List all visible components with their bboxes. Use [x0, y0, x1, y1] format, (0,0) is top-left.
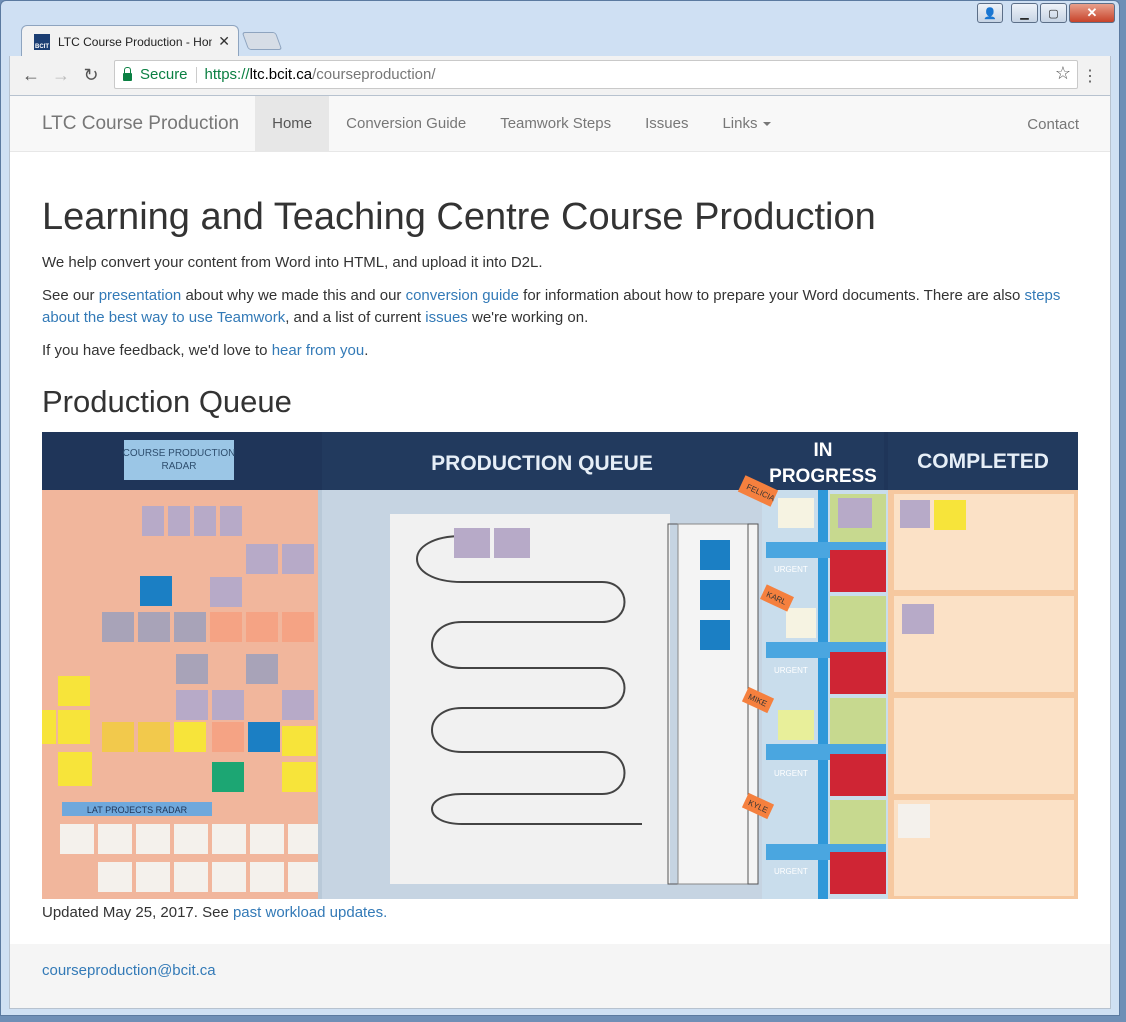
radar-subtitle: RADAR: [161, 461, 196, 472]
page-title: Learning and Teaching Centre Course Prod…: [42, 196, 876, 238]
new-tab-button[interactable]: [241, 32, 283, 50]
text-span: See our: [42, 287, 99, 304]
nav-contact[interactable]: Contact: [1010, 96, 1096, 152]
urgent-label-2: URGENT: [774, 666, 808, 675]
text-span: , and a list of current: [285, 309, 426, 326]
nav-links-dropdown[interactable]: Links: [705, 96, 788, 151]
browser-tab[interactable]: BCIT LTC Course Production - Hom ✕: [21, 25, 239, 57]
page-viewport: LTC Course Production Home Conversion Gu…: [9, 95, 1111, 1009]
queue-header-label: PRODUCTION QUEUE: [431, 452, 653, 475]
address-bar[interactable]: Secure https:// ltc.bcit.ca /courseprodu…: [114, 60, 1078, 89]
main-content: Learning and Teaching Centre Course Prod…: [10, 196, 1110, 924]
production-board-photo: COURSE PRODUCTION RADAR LAT PROJECTS RAD…: [42, 432, 1078, 899]
maximize-button[interactable]: ▢: [1040, 3, 1067, 23]
queue-heading: Production Queue: [42, 384, 292, 419]
bookmark-star-icon[interactable]: ☆: [1055, 63, 1071, 84]
inprogress-header-line1: IN: [814, 440, 833, 461]
feedback-paragraph: If you have feedback, we'd love to hear …: [42, 340, 1078, 362]
url-path: /courseproduction/: [312, 66, 436, 83]
divider: [195, 66, 197, 83]
reload-icon[interactable]: ↻: [76, 61, 106, 91]
urgent-label-1: URGENT: [774, 565, 808, 574]
nav-conversion-guide[interactable]: Conversion Guide: [329, 96, 483, 151]
inprogress-header-line2: PROGRESS: [769, 466, 877, 487]
nav-teamwork-steps[interactable]: Teamwork Steps: [483, 96, 628, 151]
nav-home[interactable]: Home: [255, 96, 330, 151]
email-link[interactable]: courseproduction@bcit.ca: [42, 962, 216, 979]
forward-arrow-icon[interactable]: →: [46, 61, 76, 91]
board-illustration: COURSE PRODUCTION RADAR LAT PROJECTS RAD…: [42, 432, 1078, 899]
intro-text: We help convert your content from Word i…: [42, 254, 543, 271]
browser-window: BCIT LTC Course Production - Hom ✕ 👤 ▁ ▢…: [0, 0, 1120, 1016]
caret-down-icon: [763, 121, 772, 126]
url-scheme: https://: [204, 66, 250, 83]
menu-kebab-icon[interactable]: ⋮: [1082, 66, 1098, 86]
board-caption: Updated May 25, 2017. See past workload …: [42, 902, 1078, 924]
conversion-guide-link[interactable]: conversion guide: [406, 287, 519, 304]
title-bar: BCIT LTC Course Production - Hom ✕ 👤 ▁ ▢…: [1, 1, 1119, 57]
text-span: If you have feedback, we'd love to: [42, 342, 272, 359]
page-footer: courseproduction@bcit.ca: [10, 944, 1110, 1008]
caption-text: Updated May 25, 2017. See: [42, 904, 233, 921]
site-brand[interactable]: LTC Course Production: [42, 96, 239, 151]
urgent-label-3: URGENT: [774, 769, 808, 778]
text-span: .: [364, 342, 369, 359]
nav-links-label: Links: [722, 115, 758, 132]
info-paragraph: See our presentation about why we made t…: [42, 285, 1078, 329]
tab-close-icon[interactable]: ✕: [218, 33, 230, 50]
tab-title: LTC Course Production - Hom: [58, 34, 213, 49]
text-span: we're working on.: [467, 309, 589, 326]
close-window-button[interactable]: ✕: [1069, 3, 1115, 23]
back-arrow-icon[interactable]: ←: [16, 61, 46, 91]
text-span: about why we made this and our: [181, 287, 406, 304]
urgent-label-4: URGENT: [774, 867, 808, 876]
nav-issues[interactable]: Issues: [628, 96, 705, 151]
secure-label: Secure: [140, 66, 188, 83]
radar-title: COURSE PRODUCTION: [123, 448, 236, 459]
bcit-favicon-icon: BCIT: [34, 33, 50, 50]
hear-from-you-link[interactable]: hear from you: [272, 342, 365, 359]
text-span: for information about how to prepare you…: [519, 287, 1025, 304]
site-navbar: LTC Course Production Home Conversion Gu…: [10, 96, 1110, 152]
user-profile-icon[interactable]: 👤: [977, 3, 1003, 23]
minimize-button[interactable]: ▁: [1011, 3, 1038, 23]
completed-header-label: COMPLETED: [917, 450, 1049, 473]
lock-icon: [123, 66, 132, 81]
presentation-link[interactable]: presentation: [99, 287, 182, 304]
browser-toolbar: ← → ↻ Secure https:// ltc.bcit.ca /cours…: [9, 56, 1111, 95]
issues-link[interactable]: issues: [425, 309, 468, 326]
lat-radar-label: LAT PROJECTS RADAR: [87, 805, 188, 815]
url-host: ltc.bcit.ca: [249, 66, 313, 83]
past-workload-link[interactable]: past workload updates.: [233, 904, 387, 921]
